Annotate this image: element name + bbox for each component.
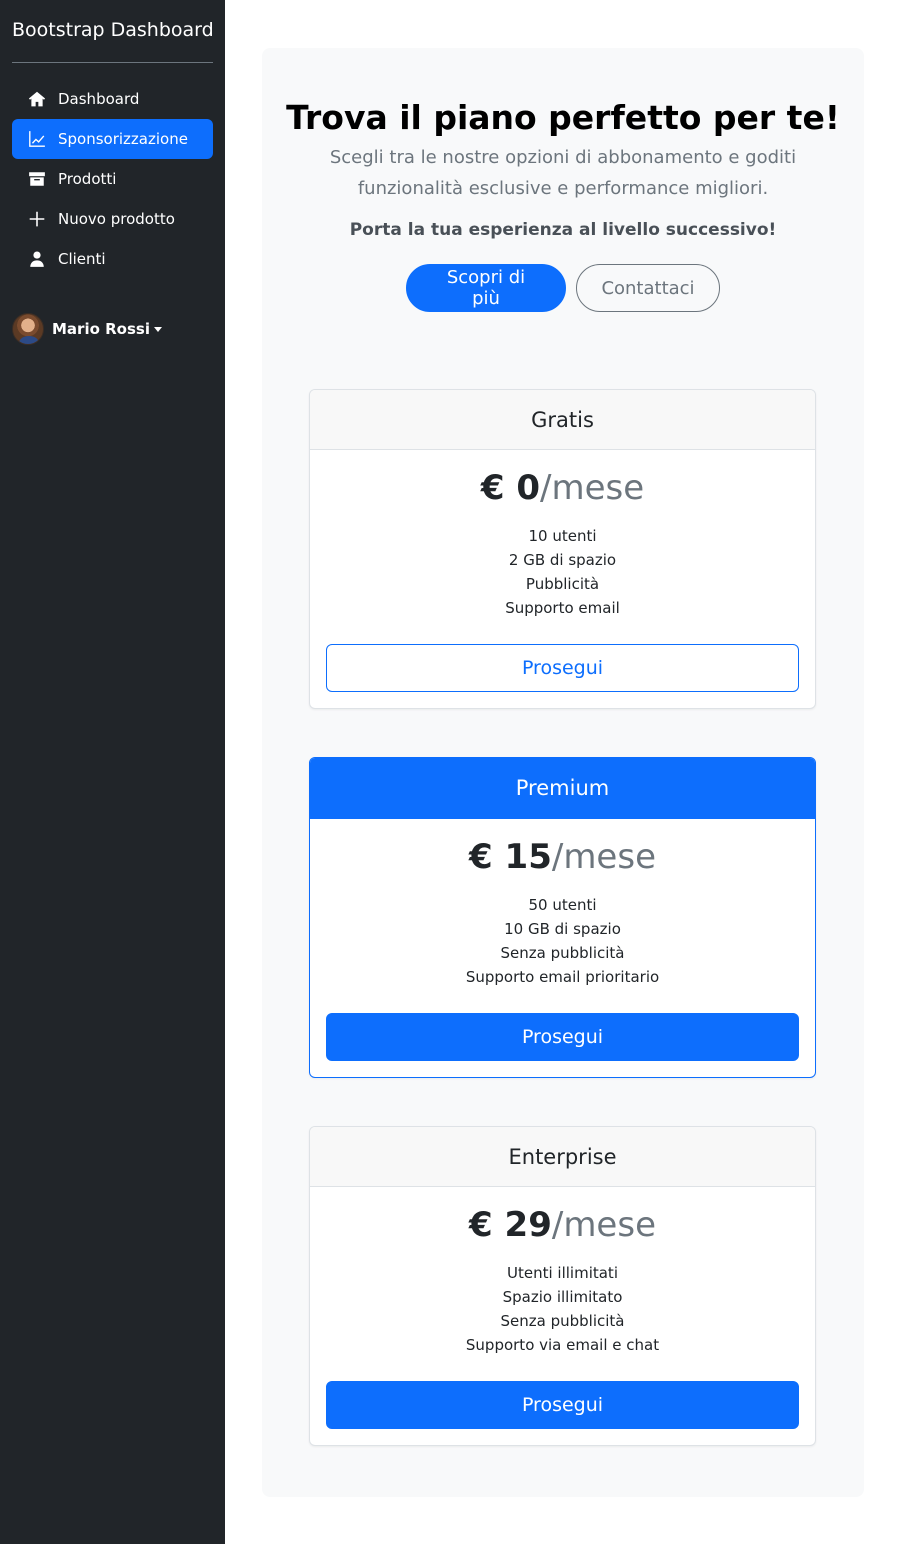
- feature-item: Supporto via email e chat: [465, 1336, 660, 1354]
- feature-item: Spazio illimitato: [502, 1288, 623, 1306]
- chart-line-icon: [26, 130, 48, 148]
- sidebar-item-nuovo-prodotto[interactable]: Nuovo prodotto: [12, 199, 213, 239]
- page-title: Trova il piano perfetto per te!: [286, 98, 840, 137]
- home-icon: [26, 90, 48, 108]
- feature-item: Supporto email: [505, 599, 620, 617]
- price-currency: €: [469, 1205, 493, 1245]
- feature-item: 10 GB di spazio: [504, 920, 621, 938]
- plan-card-enterprise: Enterprise € 29/mese Utenti illimitati S…: [309, 1126, 816, 1446]
- continue-button-premium[interactable]: Prosegui: [326, 1013, 799, 1061]
- hero-lead: Scegli tra le nostre opzioni di abboname…: [329, 147, 797, 199]
- plan-body: € 29/mese Utenti illimitati Spazio illim…: [310, 1187, 815, 1445]
- sidebar-item-dashboard[interactable]: Dashboard: [12, 79, 213, 119]
- feature-item: Supporto email prioritario: [465, 968, 660, 986]
- learn-more-button[interactable]: Scopri di più: [406, 264, 566, 312]
- continue-button-gratis[interactable]: Prosegui: [326, 644, 799, 692]
- plan-name: Gratis: [310, 390, 815, 450]
- feature-item: Senza pubblicità: [500, 944, 625, 962]
- brand-link[interactable]: Bootstrap Dashboard: [12, 0, 214, 62]
- hero-section: Trova il piano perfetto per te! Scegli t…: [262, 48, 864, 312]
- sidebar-item-label: Prodotti: [58, 170, 117, 188]
- plan-features: Utenti illimitati Spazio illimitato Senz…: [326, 1261, 799, 1357]
- plan-features: 50 utenti 10 GB di spazio Senza pubblici…: [326, 893, 799, 989]
- plan-name: Enterprise: [310, 1127, 815, 1187]
- sidebar-divider: [12, 62, 213, 63]
- archive-icon: [26, 170, 48, 188]
- plan-body: € 0/mese 10 utenti 2 GB di spazio Pubbli…: [310, 450, 815, 708]
- contact-button[interactable]: Contattaci: [576, 264, 720, 312]
- plan-card-premium: Premium € 15/mese 50 utenti 10 GB di spa…: [309, 757, 816, 1078]
- continue-button-enterprise[interactable]: Prosegui: [326, 1381, 799, 1429]
- price-amount: 0: [516, 468, 541, 508]
- user-name: Mario Rossi: [52, 320, 150, 338]
- hero-buttons: Scopri di più Contattaci: [262, 264, 864, 312]
- price-currency: €: [480, 468, 505, 508]
- feature-item: 2 GB di spazio: [508, 551, 617, 569]
- price-period: /mese: [551, 837, 656, 877]
- price-amount: 15: [504, 837, 552, 877]
- price-currency: €: [469, 837, 493, 877]
- pricing-plans: Gratis € 0/mese 10 utenti 2 GB di spazio…: [309, 389, 816, 1494]
- hero-cta-text: Porta la tua esperienza al livello succe…: [349, 220, 777, 240]
- person-icon: [26, 250, 48, 268]
- price-period: /mese: [540, 468, 645, 508]
- main-content: Trova il piano perfetto per te! Scegli t…: [262, 48, 864, 1497]
- feature-item: 10 utenti: [528, 527, 597, 545]
- user-dropdown[interactable]: Mario Rossi: [12, 313, 213, 345]
- plan-price: € 29/mese: [326, 1203, 799, 1247]
- plus-icon: [26, 210, 48, 228]
- feature-item: 50 utenti: [528, 896, 597, 914]
- price-amount: 29: [504, 1205, 552, 1245]
- caret-down-icon: [153, 326, 162, 332]
- sidebar-item-label: Clienti: [58, 250, 106, 268]
- sidebar: Bootstrap Dashboard Dashboard Sponsorizz…: [0, 0, 225, 1544]
- plan-price: € 0/mese: [326, 466, 799, 510]
- sidebar-item-label: Sponsorizzazione: [58, 130, 188, 148]
- sidebar-item-label: Nuovo prodotto: [58, 210, 175, 228]
- price-period: /mese: [551, 1205, 656, 1245]
- feature-item: Senza pubblicità: [500, 1312, 625, 1330]
- plan-card-gratis: Gratis € 0/mese 10 utenti 2 GB di spazio…: [309, 389, 816, 709]
- plan-price: € 15/mese: [326, 835, 799, 879]
- feature-item: Utenti illimitati: [507, 1264, 618, 1282]
- avatar: [12, 313, 44, 345]
- sidebar-item-clienti[interactable]: Clienti: [12, 239, 213, 279]
- sidebar-item-label: Dashboard: [58, 90, 140, 108]
- plan-features: 10 utenti 2 GB di spazio Pubblicità Supp…: [326, 524, 799, 620]
- plan-name: Premium: [310, 758, 815, 819]
- sidebar-item-sponsorizzazione[interactable]: Sponsorizzazione: [12, 119, 213, 159]
- sidebar-nav: Dashboard Sponsorizzazione Prodotti Nuov…: [12, 79, 213, 279]
- sidebar-item-prodotti[interactable]: Prodotti: [12, 159, 213, 199]
- plan-body: € 15/mese 50 utenti 10 GB di spazio Senz…: [310, 819, 815, 1077]
- feature-item: Pubblicità: [525, 575, 600, 593]
